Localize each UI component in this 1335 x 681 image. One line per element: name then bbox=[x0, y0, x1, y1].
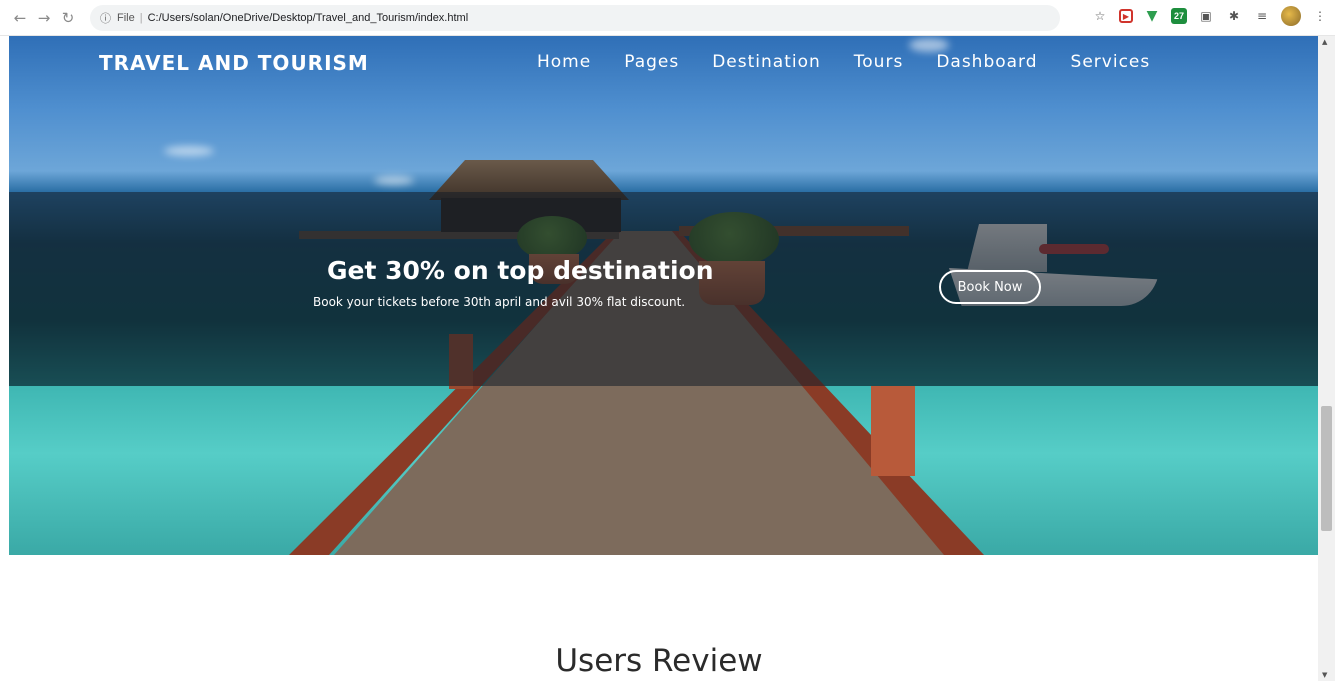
url-separator: | bbox=[139, 11, 143, 24]
reading-list-icon[interactable]: ≡ bbox=[1253, 7, 1271, 25]
users-review-heading: Users Review bbox=[555, 643, 763, 679]
bookmark-star-icon[interactable]: ☆ bbox=[1091, 7, 1109, 25]
puzzle-icon[interactable]: ✱ bbox=[1225, 7, 1243, 25]
shield-icon[interactable]: ▼ bbox=[1143, 7, 1161, 25]
scroll-down-icon[interactable]: ▼ bbox=[1322, 671, 1327, 679]
site-logo[interactable]: TRAVEL AND TOURISM bbox=[99, 51, 369, 75]
url-text[interactable]: C:/Users/solan/OneDrive/Desktop/Travel_a… bbox=[148, 12, 469, 24]
book-now-button[interactable]: Book Now bbox=[939, 270, 1041, 304]
address-bar[interactable]: ⓘ File | C:/Users/solan/OneDrive/Desktop… bbox=[90, 4, 1060, 31]
back-icon[interactable]: ← bbox=[8, 6, 32, 30]
nav-destination[interactable]: Destination bbox=[712, 52, 821, 72]
promo-title: Get 30% on top destination bbox=[327, 256, 714, 285]
page-scrollbar[interactable]: ▲ ▼ bbox=[1318, 36, 1335, 681]
forward-icon[interactable]: → bbox=[32, 6, 56, 30]
youtube-icon[interactable]: ▶ bbox=[1119, 9, 1133, 23]
promo-banner-overlay bbox=[9, 192, 1318, 386]
nav-dashboard[interactable]: Dashboard bbox=[936, 52, 1037, 72]
main-nav: Home Pages Destination Tours Dashboard S… bbox=[537, 52, 1150, 72]
reload-icon[interactable]: ↻ bbox=[56, 6, 80, 30]
camera-icon[interactable]: ▣ bbox=[1197, 7, 1215, 25]
pier-post bbox=[871, 386, 915, 476]
nav-tours[interactable]: Tours bbox=[854, 52, 904, 72]
hero-banner: TRAVEL AND TOURISM Home Pages Destinatio… bbox=[9, 36, 1318, 555]
url-scheme-label: File bbox=[117, 11, 135, 24]
promo-subtitle: Book your tickets before 30th april and … bbox=[313, 295, 686, 309]
browser-toolbar: ← → ↻ ⓘ File | C:/Users/solan/OneDrive/D… bbox=[0, 0, 1335, 36]
calendar-icon[interactable]: 27 bbox=[1171, 8, 1187, 24]
scroll-up-icon[interactable]: ▲ bbox=[1322, 38, 1327, 46]
extensions-bar: ☆ ▶ ▼ 27 ▣ ✱ ≡ ⋮ bbox=[1091, 6, 1329, 26]
nav-home[interactable]: Home bbox=[537, 52, 591, 72]
nav-pages[interactable]: Pages bbox=[624, 52, 679, 72]
menu-dots-icon[interactable]: ⋮ bbox=[1311, 7, 1329, 25]
page-viewport: TRAVEL AND TOURISM Home Pages Destinatio… bbox=[0, 36, 1335, 681]
profile-avatar[interactable] bbox=[1281, 6, 1301, 26]
scroll-thumb[interactable] bbox=[1321, 406, 1332, 531]
info-icon[interactable]: ⓘ bbox=[100, 10, 111, 26]
nav-services[interactable]: Services bbox=[1071, 52, 1151, 72]
